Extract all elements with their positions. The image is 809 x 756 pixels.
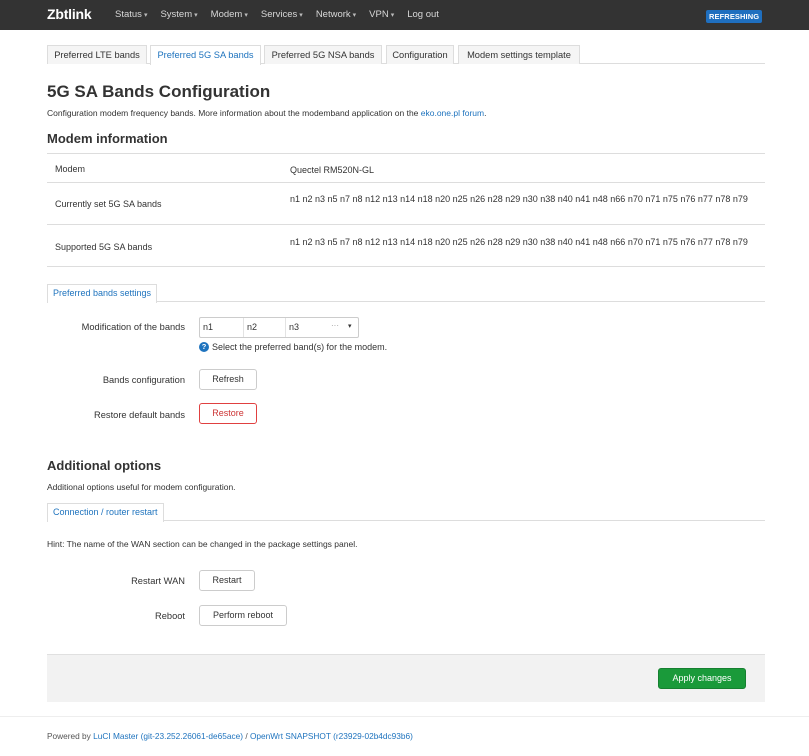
menu-modem[interactable]: Modem ▾ [211, 9, 248, 20]
openwrt-link[interactable]: OpenWrt SNAPSHOT (r23929-02b4dc93b6) [250, 731, 413, 741]
menu-label: Modem [210, 9, 243, 20]
page-tabs: Preferred LTE bands Preferred 5G SA band… [47, 45, 765, 65]
chevron-down-icon: ▾ [194, 12, 198, 19]
bands-help: ? Select the preferred band(s) for the m… [199, 342, 387, 352]
tab-modem-settings-template[interactable]: Modem settings template [458, 45, 580, 64]
eko-forum-link[interactable]: eko.one.pl forum [421, 108, 484, 118]
main-menu: Status ▾ System ▾ Modem ▾ Services ▾ Network… [115, 9, 452, 20]
menu-label: System [160, 9, 193, 20]
modem-info-heading: Modem information [47, 131, 168, 146]
help-text: Select the preferred band(s) for the mod… [212, 342, 388, 352]
info-icon: ? [199, 342, 209, 352]
intro-text: Configuration modem frequency bands. Mor… [47, 108, 421, 118]
brand-logo[interactable]: Zbtlink [47, 6, 92, 22]
band-chip[interactable]: n3 [286, 318, 330, 337]
restart-wan-label: Restart WAN [131, 576, 185, 586]
menu-label: Network [315, 9, 351, 20]
info-key: Supported 5G SA bands [55, 242, 153, 252]
apply-changes-button[interactable]: Apply changes [658, 668, 746, 689]
additional-options-description: Additional options useful for modem conf… [47, 482, 236, 492]
page-intro: Configuration modem frequency bands. Mor… [47, 108, 486, 118]
footer-divider [0, 716, 809, 717]
menu-system[interactable]: System ▾ [160, 9, 197, 20]
modification-label: Modification of the bands [81, 322, 185, 332]
menu-label: Services [260, 9, 298, 20]
restore-default-label: Restore default bands [94, 410, 185, 420]
menu-label: Status [115, 9, 142, 20]
tab-preferred-5g-sa-bands[interactable]: Preferred 5G SA bands [150, 45, 261, 65]
info-value: n1 n2 n3 n5 n7 n8 n12 n13 n14 n18 n20 n2… [290, 237, 748, 247]
band-chip[interactable]: n1 [200, 318, 244, 337]
table-row: Supported 5G SA bands n1 n2 n3 n5 n7 n8 … [47, 224, 765, 267]
intro-end: . [484, 108, 487, 118]
info-key: Modem [55, 164, 86, 174]
reboot-label: Reboot [155, 611, 185, 621]
chevron-down-icon[interactable]: ▾ [348, 322, 352, 330]
info-value: n1 n2 n3 n5 n7 n8 n12 n13 n14 n18 n20 n2… [290, 194, 748, 204]
restore-button[interactable]: Restore [199, 403, 257, 424]
chevron-down-icon: ▾ [244, 12, 248, 19]
tab-preferred-lte-bands[interactable]: Preferred LTE bands [47, 45, 147, 64]
menu-vpn[interactable]: VPN ▾ [369, 9, 394, 20]
table-row: Currently set 5G SA bands n1 n2 n3 n5 n7… [47, 182, 765, 224]
page-title: 5G SA Bands Configuration [47, 82, 271, 101]
chevron-down-icon: ▾ [352, 12, 357, 19]
band-chip[interactable]: n2 [244, 318, 286, 337]
actions-bar: Apply changes [47, 654, 765, 702]
refreshing-badge[interactable]: REFRESHING [706, 10, 763, 23]
tab-connection-router-restart[interactable]: Connection / router restart [47, 503, 164, 522]
luci-link[interactable]: LuCI Master (git-23.252.26061-de65ace) [93, 731, 243, 741]
bands-configuration-label: Bands configuration [102, 375, 185, 385]
menu-status[interactable]: Status ▾ [115, 9, 147, 20]
perform-reboot-button[interactable]: Perform reboot [199, 605, 287, 626]
menu-logout[interactable]: Log out [407, 9, 439, 20]
tab-preferred-bands-settings[interactable]: Preferred bands settings [47, 284, 158, 303]
restart-wan-button[interactable]: Restart [199, 570, 255, 591]
tab-configuration[interactable]: Configuration [386, 45, 454, 64]
refresh-button[interactable]: Refresh [199, 369, 257, 390]
menu-label: VPN [369, 9, 389, 20]
menu-services[interactable]: Services ▾ [261, 9, 303, 20]
menu-network[interactable]: Network ▾ [316, 9, 356, 20]
preferred-bands-tabs: Preferred bands settings [47, 284, 765, 303]
additional-options-heading: Additional options [47, 458, 162, 473]
chevron-down-icon: ▾ [299, 12, 303, 19]
connection-tabs: Connection / router restart [47, 503, 765, 522]
table-row: Modem Quectel RM520N-GL [47, 153, 765, 182]
top-navbar: Zbtlink Status ▾ System ▾ Modem ▾ Services ▾… [0, 0, 809, 30]
chevron-down-icon: ▾ [390, 12, 395, 19]
info-value: Quectel RM520N-GL [290, 165, 375, 175]
bands-multiselect[interactable]: n1 n2 n3 ··· ▾ [199, 317, 359, 338]
more-indicator: ··· [331, 321, 339, 330]
info-key: Currently set 5G SA bands [55, 199, 162, 209]
tab-preferred-5g-nsa-bands[interactable]: Preferred 5G NSA bands [264, 45, 382, 64]
footer-prefix: Powered by [47, 731, 94, 741]
chevron-down-icon: ▾ [143, 12, 148, 19]
powered-by-footer: Powered by LuCI Master (git-23.252.26061… [47, 731, 413, 741]
wan-hint: Hint: The name of the WAN section can be… [47, 539, 358, 549]
menu-label: Log out [407, 9, 439, 20]
footer-separator: / [243, 731, 250, 741]
